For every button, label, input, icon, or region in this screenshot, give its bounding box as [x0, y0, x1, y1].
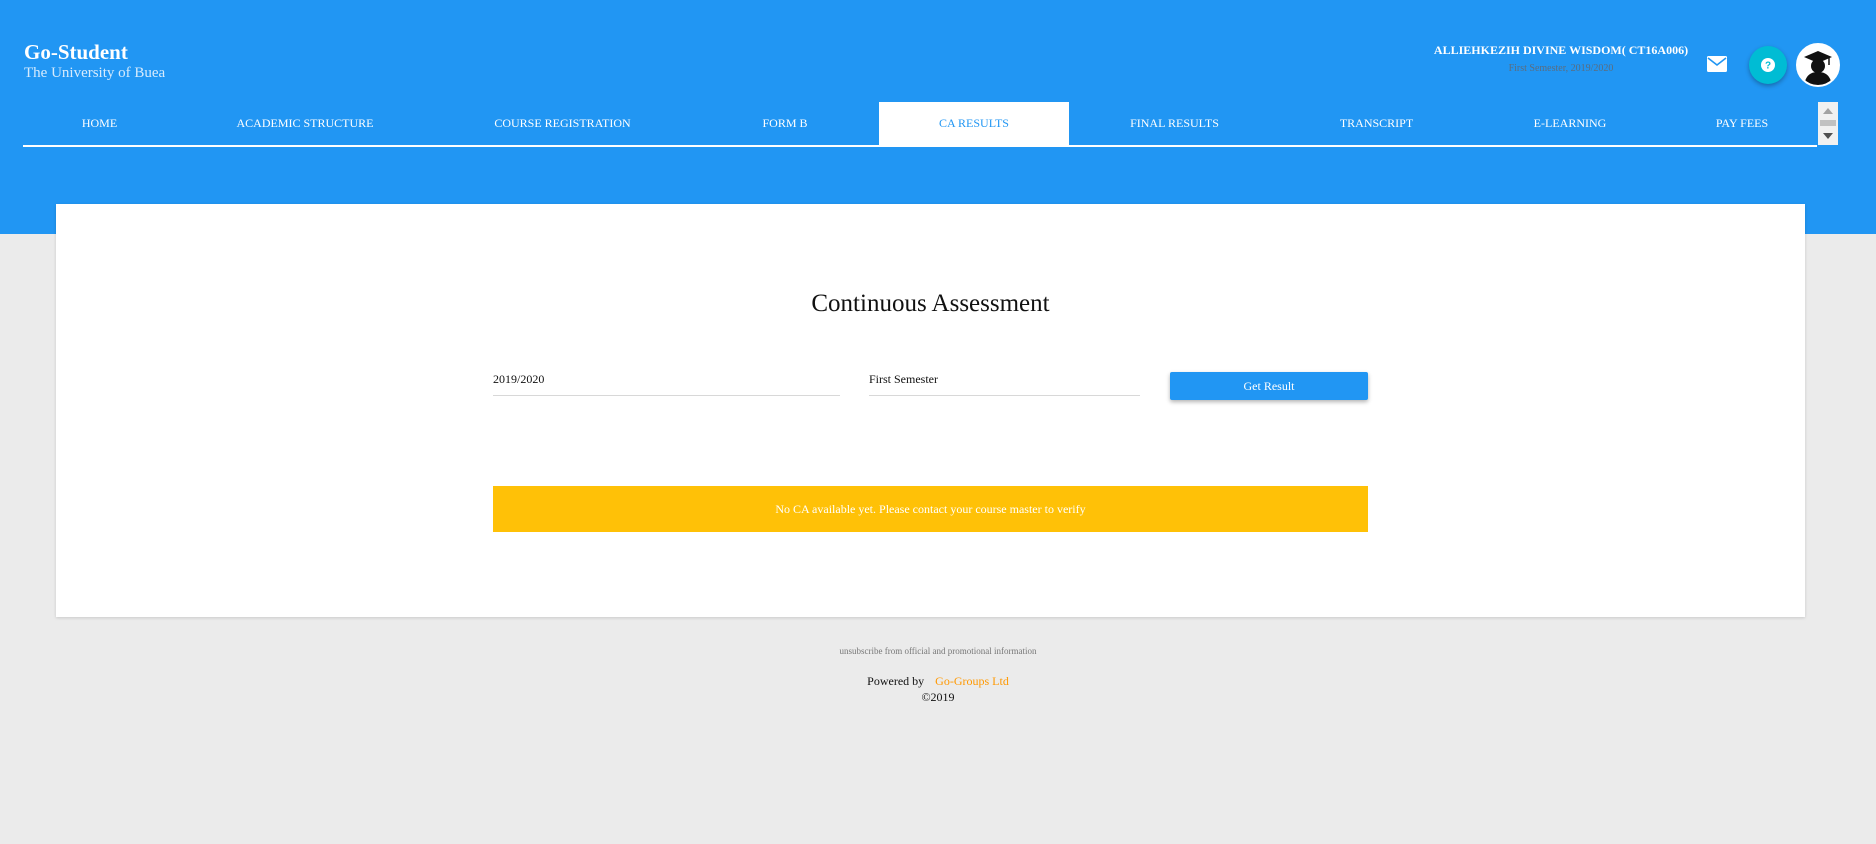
svg-text:?: ?	[1765, 61, 1771, 72]
nav-item-home[interactable]: HOME	[23, 102, 176, 145]
year-select[interactable]: 2019/2020	[493, 363, 840, 396]
semester-select[interactable]: First Semester	[869, 363, 1140, 396]
brand-subtitle: The University of Buea	[24, 65, 166, 81]
header: Go-Student The University of Buea ALLIEH…	[0, 0, 1876, 234]
nav-item-transcript[interactable]: TRANSCRIPT	[1280, 102, 1473, 145]
ca-card: Continuous Assessment 2019/2020 First Se…	[56, 204, 1805, 617]
nav-item-course-registration[interactable]: COURSE REGISTRATION	[434, 102, 691, 145]
page: Go-Student The University of Buea ALLIEH…	[0, 0, 1876, 844]
scroll-up-icon[interactable]	[1823, 108, 1833, 114]
nav-item-pay-fees[interactable]: PAY FEES	[1667, 102, 1817, 145]
brand-title[interactable]: Go-Student	[24, 40, 165, 64]
company-link[interactable]: Go-Groups Ltd	[935, 674, 1009, 688]
powered-by: Powered by Go-Groups Ltd	[0, 673, 1876, 689]
no-ca-alert: No CA available yet. Please contact your…	[493, 486, 1368, 532]
nav-item-form-b[interactable]: FORM B	[691, 102, 879, 145]
user-name: ALLIEHKEZIH DIVINE WISDOM( CT16A006)	[1433, 43, 1689, 57]
help-icon[interactable]: ?	[1749, 46, 1787, 84]
graduate-avatar-icon	[1798, 45, 1838, 85]
get-result-button[interactable]: Get Result	[1170, 372, 1368, 400]
powered-by-label: Powered by	[867, 674, 925, 688]
nav-scrollbar[interactable]	[1818, 102, 1838, 145]
scroll-thumb[interactable]	[1820, 120, 1836, 126]
footer: unsubscribe from official and promotiona…	[0, 645, 1876, 705]
nav-item-academic-structure[interactable]: ACADEMIC STRUCTURE	[176, 102, 434, 145]
scroll-down-icon[interactable]	[1823, 133, 1833, 139]
nav-item-e-learning[interactable]: E-LEARNING	[1473, 102, 1667, 145]
nav-item-final-results[interactable]: FINAL RESULTS	[1069, 102, 1280, 145]
unsubscribe-link[interactable]: unsubscribe from official and promotiona…	[0, 645, 1876, 657]
mail-icon[interactable]	[1706, 53, 1728, 75]
user-info: ALLIEHKEZIH DIVINE WISDOM( CT16A006) Fir…	[1431, 43, 1691, 76]
user-term: First Semester, 2019/2020	[1508, 63, 1614, 74]
brand: Go-Student The University of Buea	[24, 40, 165, 82]
page-title: Continuous Assessment	[811, 290, 1050, 317]
main-nav: HOME ACADEMIC STRUCTURE COURSE REGISTRAT…	[23, 102, 1817, 147]
copyright: ©2019	[921, 690, 955, 704]
avatar[interactable]	[1796, 43, 1840, 87]
nav-item-ca-results[interactable]: CA RESULTS	[879, 102, 1069, 145]
